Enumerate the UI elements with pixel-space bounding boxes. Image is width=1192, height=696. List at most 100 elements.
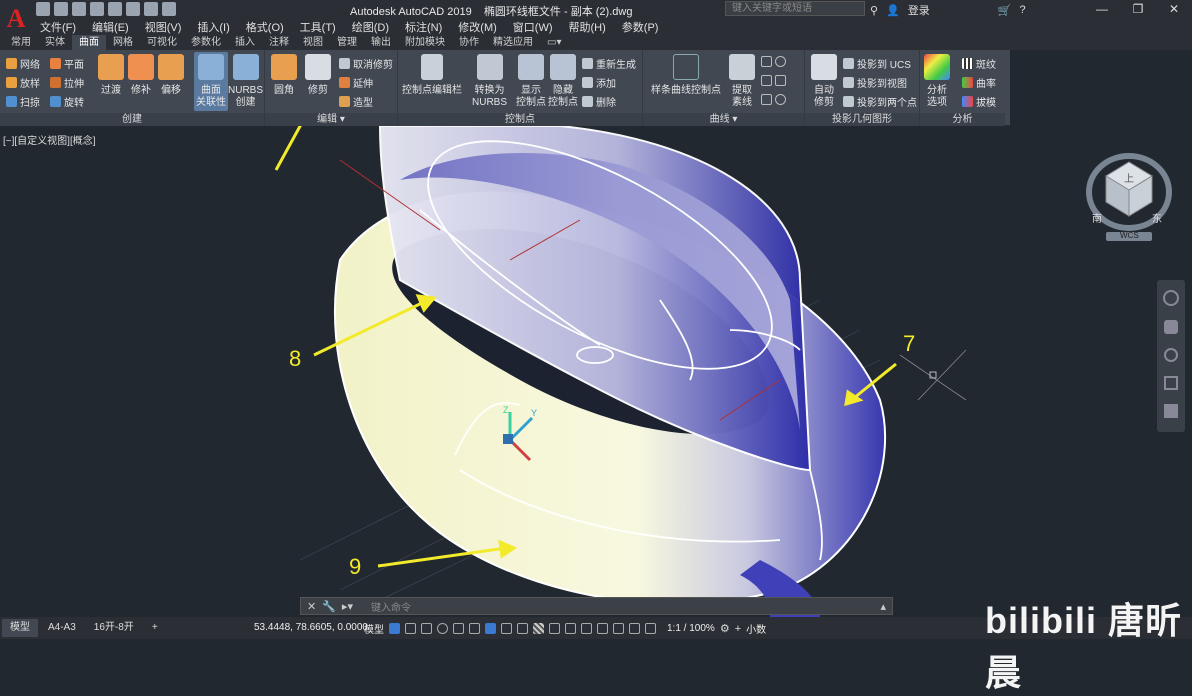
ribbon-tab-13[interactable]: 精选应用 xyxy=(486,35,540,50)
blend-button[interactable]: 过渡 xyxy=(98,54,124,97)
annotation-scale[interactable]: 1:1 / 100% xyxy=(667,623,715,634)
ribbon-tab-2[interactable]: 曲面 xyxy=(72,35,106,50)
add-icon[interactable]: + xyxy=(735,623,741,635)
viewcube[interactable]: 上 南 东 WCS xyxy=(1086,152,1172,242)
viewcube-south-label[interactable]: 南 xyxy=(1092,210,1102,225)
menu-item-3[interactable]: 插入(I) xyxy=(189,19,237,35)
surface-associativity-button[interactable]: 曲面 关联性 xyxy=(194,52,228,111)
command-history-icon[interactable]: ▸▾ xyxy=(342,600,353,613)
layout-tab-model[interactable]: 模型 xyxy=(2,619,38,637)
spline-cv-button[interactable]: 样条曲线控制点 xyxy=(651,54,721,97)
orbit-icon[interactable] xyxy=(1164,376,1178,390)
showmotion-icon[interactable] xyxy=(1164,404,1178,418)
selection-cycling-icon[interactable] xyxy=(549,623,560,634)
menu-item-11[interactable]: 参数(P) xyxy=(614,19,667,35)
revolve-button[interactable]: 旋转 xyxy=(50,94,84,109)
loft-button[interactable]: 放样 xyxy=(6,75,40,90)
nurbs-creation-button[interactable]: NURBS 创建 xyxy=(228,54,263,109)
menu-item-4[interactable]: 格式(O) xyxy=(238,19,292,35)
ducs-icon[interactable] xyxy=(485,623,496,634)
sculpt-button[interactable]: 造型 xyxy=(339,94,373,109)
polar-icon[interactable] xyxy=(437,623,448,634)
annotation-visibility-icon[interactable] xyxy=(629,623,640,634)
snap-icon[interactable] xyxy=(405,623,416,634)
ribbon-tab-9[interactable]: 管理 xyxy=(330,35,364,50)
ribbon-tab-4[interactable]: 可视化 xyxy=(140,35,184,50)
selection-filter-icon[interactable] xyxy=(597,623,608,634)
menu-item-0[interactable]: 文件(F) xyxy=(32,19,84,35)
menu-item-8[interactable]: 修改(M) xyxy=(450,19,505,35)
offset-button[interactable]: 偏移 xyxy=(158,54,184,97)
curve-tool-1[interactable] xyxy=(761,56,786,67)
close-button[interactable]: ✕ xyxy=(1156,0,1192,18)
restore-button[interactable]: ❐ xyxy=(1120,0,1156,18)
login-button[interactable]: 登录 xyxy=(908,2,930,18)
gizmo-icon[interactable] xyxy=(613,623,624,634)
wcs-menu[interactable]: WCS xyxy=(1120,231,1139,240)
3d-osnap-icon[interactable] xyxy=(565,623,576,634)
dynamic-ucs-icon[interactable] xyxy=(581,623,592,634)
search-input[interactable]: 键入关键字或短语 xyxy=(725,1,865,16)
zebra-button[interactable]: 斑纹 xyxy=(962,56,996,71)
draft-button[interactable]: 拔模 xyxy=(962,94,996,109)
otrack-icon[interactable] xyxy=(469,623,480,634)
ribbon-tab-10[interactable]: 输出 xyxy=(364,35,398,50)
network-button[interactable]: 网络 xyxy=(6,56,40,71)
extract-isolines-button[interactable]: 提取 素线 xyxy=(729,54,755,109)
ortho-icon[interactable] xyxy=(421,623,432,634)
ribbon-tab-1[interactable]: 实体 xyxy=(38,35,72,50)
minimize-button[interactable]: — xyxy=(1084,0,1120,18)
print-icon[interactable] xyxy=(126,2,140,16)
open-folder-icon[interactable] xyxy=(54,2,68,16)
layout-tab-16k8k[interactable]: 16开-8开 xyxy=(86,619,142,637)
panel-curves-title[interactable]: 曲线 ▾ xyxy=(643,113,804,126)
user-icon[interactable]: 👤 xyxy=(886,4,900,17)
ribbon-more-icon[interactable]: ▭▾ xyxy=(540,35,568,50)
steering-wheel-icon[interactable] xyxy=(1163,290,1179,306)
ribbon-tab-3[interactable]: 网格 xyxy=(106,35,140,50)
ribbon-tab-6[interactable]: 插入 xyxy=(228,35,262,50)
viewport-label[interactable]: [−][自定义视图][概念] xyxy=(3,132,96,147)
dyn-icon[interactable] xyxy=(501,623,512,634)
viewcube-east-label[interactable]: 东 xyxy=(1152,210,1162,225)
zoom-icon[interactable] xyxy=(1164,348,1178,362)
untrim-button[interactable]: 取消修剪 xyxy=(339,56,393,71)
help-icon[interactable]: ? xyxy=(1019,4,1025,16)
command-input[interactable]: 键入命令 xyxy=(371,599,411,614)
cv-edit-bar-button[interactable]: 控制点编辑栏 xyxy=(402,54,462,97)
patch-button[interactable]: 修补 xyxy=(128,54,154,97)
transparency-icon[interactable] xyxy=(533,623,544,634)
sweep-button[interactable]: 扫掠 xyxy=(6,94,40,109)
drawing-viewport[interactable]: Z Y 8 7 9 xyxy=(0,126,1192,617)
curvature-button[interactable]: 曲率 xyxy=(962,75,996,90)
cart-icon[interactable]: 🛒 xyxy=(998,4,1012,17)
menu-item-5[interactable]: 工具(T) xyxy=(292,19,344,35)
add-layout-button[interactable]: + xyxy=(144,619,166,637)
convert-nurbs-button[interactable]: 转换为 NURBS xyxy=(472,54,507,109)
trim-button[interactable]: 修剪 xyxy=(305,54,331,97)
menu-item-1[interactable]: 编辑(E) xyxy=(84,19,137,35)
menu-item-7[interactable]: 标注(N) xyxy=(397,19,450,35)
menu-item-2[interactable]: 视图(V) xyxy=(137,19,190,35)
remove-cv-button[interactable]: 删除 xyxy=(582,94,616,109)
panel-edit-title[interactable]: 编辑 ▾ xyxy=(265,113,397,126)
hide-cv-button[interactable]: 隐藏 控制点 xyxy=(548,54,578,109)
coordinates-readout[interactable]: 53.4448, 78.6605, 0.0000 xyxy=(254,622,368,633)
close-command-icon[interactable]: ✕ xyxy=(307,600,316,613)
planar-button[interactable]: 平面 xyxy=(50,56,84,71)
curve-tool-2[interactable] xyxy=(761,75,786,86)
auto-scale-icon[interactable] xyxy=(645,623,656,634)
project-view-button[interactable]: 投影到视图 xyxy=(843,75,907,90)
ribbon-tab-5[interactable]: 参数化 xyxy=(184,35,228,50)
layout-tab-a4a3[interactable]: A4-A3 xyxy=(40,619,84,637)
project-two-points-button[interactable]: 投影到两个点 xyxy=(843,94,917,109)
osnap-icon[interactable] xyxy=(453,623,464,634)
save-as-icon[interactable] xyxy=(90,2,104,16)
workspace-gear-icon[interactable]: ⚙ xyxy=(720,622,730,635)
auto-trim-button[interactable]: 自动 修剪 xyxy=(811,54,837,109)
undo-icon[interactable] xyxy=(144,2,158,16)
fillet-button[interactable]: 圆角 xyxy=(271,54,297,97)
lineweight-icon[interactable] xyxy=(517,623,528,634)
binoculars-icon[interactable]: ⚲ xyxy=(870,4,878,17)
curve-tool-3[interactable] xyxy=(761,94,786,105)
